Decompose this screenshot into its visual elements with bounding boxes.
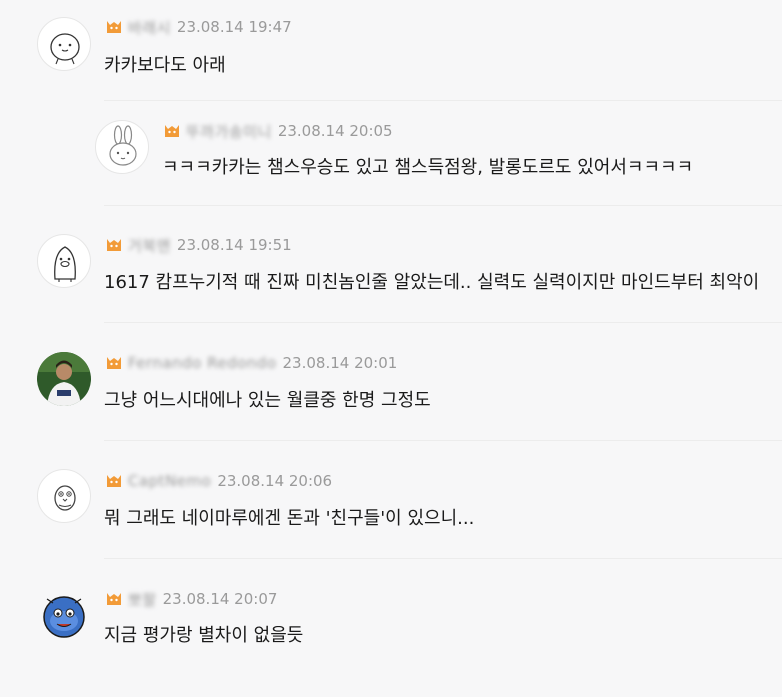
nickname[interactable]: 바래시: [128, 17, 171, 38]
comment-divider: [104, 558, 782, 559]
comment-meta: CaptNemo 23.08.14 20:06: [104, 470, 332, 492]
comment-meta: 바래시 23.08.14 19:47: [104, 16, 292, 38]
comment-meta: 뚜까가송미니 23.08.14 20:05: [162, 120, 393, 142]
comment-timestamp: 23.08.14 19:51: [176, 236, 292, 254]
nickname[interactable]: 거북맨: [128, 235, 171, 256]
user-level-badge-icon: [107, 21, 121, 33]
comment-divider: [104, 205, 782, 206]
comment-text: 카카보다도 아래: [104, 55, 226, 76]
comment-divider: [104, 322, 782, 323]
user-level-badge-icon: [107, 475, 121, 487]
bird-doodle-icon: [54, 485, 76, 511]
avatar[interactable]: [37, 234, 91, 288]
nickname[interactable]: CaptNemo: [128, 472, 211, 490]
comment-timestamp: 23.08.14 19:47: [176, 18, 292, 36]
avatar[interactable]: [37, 587, 91, 641]
comment-divider: [104, 100, 782, 101]
comment-divider: [104, 440, 782, 441]
comment-timestamp: 23.08.14 20:01: [282, 354, 398, 372]
avatar[interactable]: [37, 469, 91, 523]
comment-text: 지금 평가랑 별차이 없을듯: [104, 625, 304, 646]
cartoon-character-icon: [43, 596, 85, 638]
avatar[interactable]: [37, 352, 91, 406]
nickname[interactable]: 뚜까가송미니: [186, 121, 272, 142]
comment-meta: 뽀팔 23.08.14 20:07: [104, 588, 277, 610]
comment-text: 뭐 그래도 네이마루에겐 돈과 '친구들'이 있으니...: [104, 508, 475, 529]
player-photo-icon: [37, 352, 91, 406]
comment-meta: Fernando Redondo 23.08.14 20:01: [104, 352, 397, 374]
avatar[interactable]: [95, 120, 149, 174]
avatar[interactable]: [37, 17, 91, 71]
smiley-doodle-icon: [50, 33, 80, 65]
comment-text: 1617 캄프누기적 때 진짜 미친놈인줄 알았는데.. 실력도 실력이지만 마…: [104, 272, 760, 293]
comment-timestamp: 23.08.14 20:06: [217, 472, 333, 490]
user-level-badge-icon: [165, 125, 179, 137]
penguin-doodle-icon: [54, 246, 76, 282]
comment-text: ㅋㅋㅋ카카는 챔스우승도 있고 챔스득점왕, 발롱도르도 있어서ㅋㅋㅋㅋ: [162, 157, 694, 178]
rabbit-doodle-icon: [109, 125, 137, 166]
user-level-badge-icon: [107, 239, 121, 251]
comment-meta: 거북맨 23.08.14 19:51: [104, 234, 292, 256]
comment-text: 그냥 어느시대에나 있는 월클중 한명 그정도: [104, 390, 431, 411]
user-level-badge-icon: [107, 593, 121, 605]
user-level-badge-icon: [107, 357, 121, 369]
nickname[interactable]: 뽀팔: [128, 589, 157, 610]
comment-timestamp: 23.08.14 20:05: [277, 122, 393, 140]
nickname[interactable]: Fernando Redondo: [128, 354, 277, 372]
comment-timestamp: 23.08.14 20:07: [162, 590, 278, 608]
